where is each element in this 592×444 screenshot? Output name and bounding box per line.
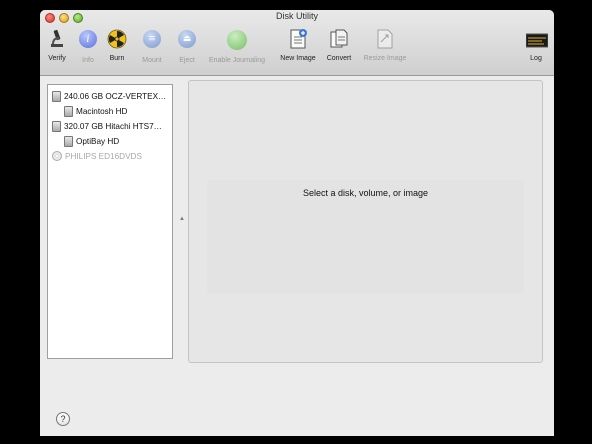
mount-icon: ≡ <box>142 30 162 52</box>
toolbar: Disk Utility Verify i Info Burn ≡ Mount … <box>40 10 554 76</box>
info-icon: i <box>78 30 98 52</box>
volume-item-macintosh-hd[interactable]: Macintosh HD <box>64 104 127 118</box>
splitter-handle[interactable]: ▲ <box>179 216 185 222</box>
new-image-icon <box>288 28 308 50</box>
microscope-icon <box>47 28 67 50</box>
disk-item-ocz-vertex[interactable]: 240.06 GB OCZ-VERTEX… <box>52 89 166 103</box>
resize-image-icon <box>375 28 395 50</box>
verify-button[interactable]: Verify <box>44 28 70 62</box>
mount-button[interactable]: ≡ Mount <box>138 28 166 64</box>
enable-journaling-button[interactable]: Enable Journaling <box>204 28 270 64</box>
optical-disc-icon <box>52 151 62 161</box>
convert-button[interactable]: Convert <box>324 28 354 62</box>
hard-disk-icon <box>52 90 61 102</box>
optical-drive-item[interactable]: PHILIPS ED16DVDS <box>52 149 142 163</box>
disk-utility-window: Disk Utility Verify i Info Burn ≡ Mount … <box>40 10 554 436</box>
help-button[interactable]: ? <box>56 412 70 426</box>
burn-button[interactable]: Burn <box>106 28 128 62</box>
volume-icon <box>64 135 73 147</box>
resize-image-button[interactable]: Resize Image <box>360 28 410 62</box>
info-button[interactable]: i Info <box>78 28 98 64</box>
new-image-button[interactable]: New Image <box>276 28 320 62</box>
detail-pane: Select a disk, volume, or image <box>188 80 543 363</box>
convert-icon <box>329 28 349 50</box>
log-button[interactable]: Log <box>524 28 548 62</box>
log-icon <box>526 28 548 50</box>
eject-button[interactable]: ⏏ Eject <box>176 28 198 64</box>
empty-selection-message: Select a disk, volume, or image <box>302 188 429 198</box>
disk-list[interactable]: 240.06 GB OCZ-VERTEX… Macintosh HD 320.0… <box>47 84 173 359</box>
volume-icon <box>64 105 73 117</box>
journaling-icon <box>227 30 247 52</box>
burn-icon <box>107 28 127 50</box>
hard-disk-icon <box>52 120 61 132</box>
disk-item-hitachi[interactable]: 320.07 GB Hitachi HTS7… <box>52 119 162 133</box>
volume-item-optibay-hd[interactable]: OptiBay HD <box>64 134 119 148</box>
window-title: Disk Utility <box>276 11 318 21</box>
eject-icon: ⏏ <box>177 30 197 52</box>
